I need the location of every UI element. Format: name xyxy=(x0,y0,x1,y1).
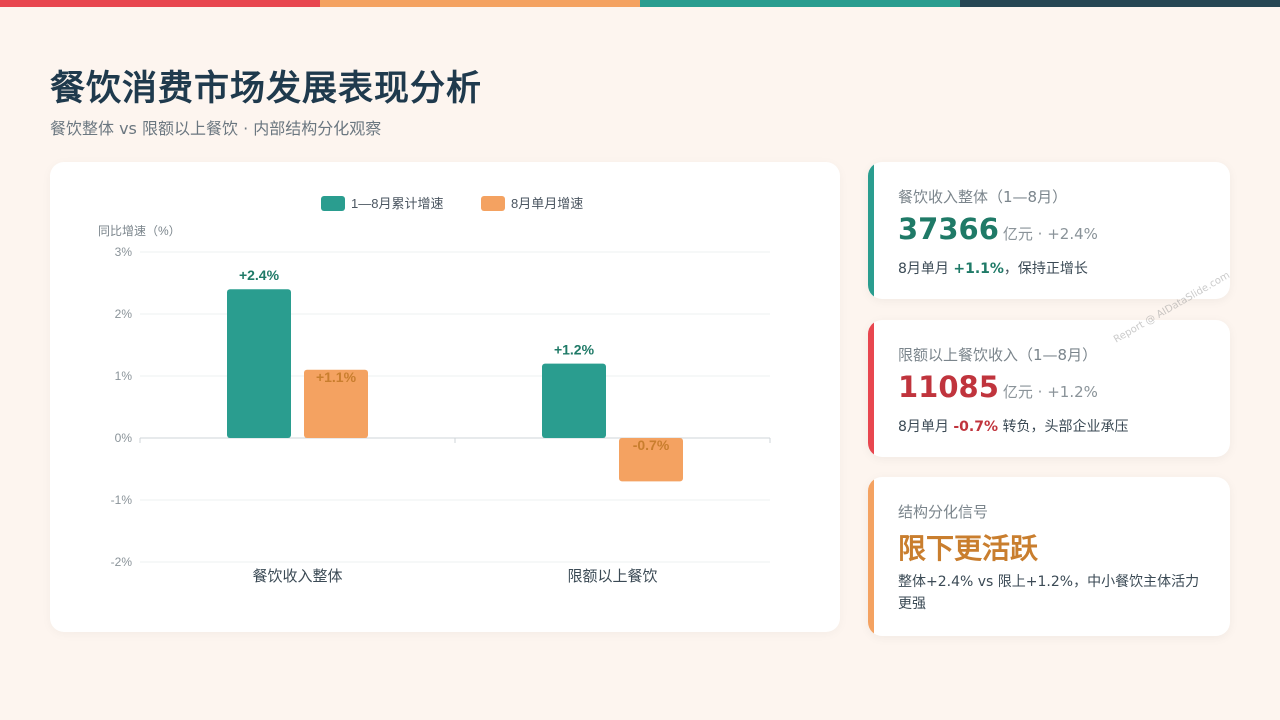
legend-swatch xyxy=(481,196,505,211)
bar xyxy=(542,363,606,438)
kpi-unit: 亿元 · +1.2% xyxy=(1002,383,1098,401)
y-tick-label: 2% xyxy=(115,307,133,321)
legend-swatch xyxy=(321,196,345,211)
kpi-card-overall: 餐饮收入整体（1—8月） 37366 亿元 · +2.4% 8月单月 +1.1%，… xyxy=(868,162,1230,299)
data-label: +2.4% xyxy=(239,267,280,283)
kpi-title: 餐饮收入整体（1—8月） xyxy=(898,188,1068,206)
kpi-accent-bar xyxy=(868,320,874,457)
y-tick-label: 1% xyxy=(115,369,133,383)
y-tick-label: -2% xyxy=(111,555,133,569)
topbar-segment-teal xyxy=(640,0,960,7)
kpi-card-structure-signal: 结构分化信号 限下更活跃 整体+2.4% vs 限上+1.2%，中小餐饮主体活力… xyxy=(868,477,1230,636)
data-label: +1.2% xyxy=(554,342,595,358)
kpi-value: 11085 xyxy=(898,370,999,404)
top-color-bar xyxy=(0,0,1280,7)
kpi-accent-bar xyxy=(868,162,874,299)
data-label: -0.7% xyxy=(633,437,670,453)
page-subtitle: 餐饮整体 vs 限额以上餐饮 · 内部结构分化观察 xyxy=(50,119,382,138)
kpi-note: 8月单月 -0.7% 转负，头部企业承压 xyxy=(898,419,1129,435)
kpi-accent-bar xyxy=(868,477,874,636)
kpi-note-highlight: -0.7% xyxy=(953,419,998,435)
y-tick-label: -1% xyxy=(111,493,133,507)
legend-label: 1—8月累计增速 xyxy=(351,196,443,211)
kpi-title: 结构分化信号 xyxy=(898,503,989,521)
kpi-headline: 限下更活跃 xyxy=(898,532,1039,565)
topbar-segment-red xyxy=(0,0,320,7)
bar xyxy=(227,289,291,438)
legend-label: 8月单月增速 xyxy=(511,196,583,211)
y-tick-label: 3% xyxy=(115,245,133,259)
y-tick-label: 0% xyxy=(115,431,133,445)
kpi-unit: 亿元 · +2.4% xyxy=(1002,225,1098,243)
data-label: +1.1% xyxy=(316,369,357,385)
kpi-note: 8月单月 +1.1%，保持正增长 xyxy=(898,261,1088,277)
bar-chart: 1—8月累计增速 8月单月增速同比增速（%） 3% 2% 1% 0% -1% -2% +2.4%… xyxy=(98,196,771,585)
y-axis-label: 同比增速（%） xyxy=(98,224,181,238)
topbar-segment-navy xyxy=(960,0,1280,7)
x-tick-label: 限额以上餐饮 xyxy=(567,568,657,585)
x-tick-label: 餐饮收入整体 xyxy=(252,568,342,585)
page-title: 餐饮消费市场发展表现分析 xyxy=(50,69,483,109)
kpi-value: 37366 xyxy=(898,212,999,246)
kpi-title: 限额以上餐饮收入（1—8月） xyxy=(898,346,1098,364)
kpi-card-above-quota: 限额以上餐饮收入（1—8月） 11085 亿元 · +1.2% 8月单月 -0.7… xyxy=(868,320,1230,457)
kpi-note-highlight: +1.1% xyxy=(953,261,1004,277)
kpi-note: 整体+2.4% vs 限上+1.2%，中小餐饮主体活力更强 xyxy=(898,574,1200,612)
chart-card: 1—8月累计增速 8月单月增速同比增速（%） 3% 2% 1% 0% -1% -2% +2.4%… xyxy=(50,162,840,632)
topbar-segment-orange xyxy=(320,0,640,7)
